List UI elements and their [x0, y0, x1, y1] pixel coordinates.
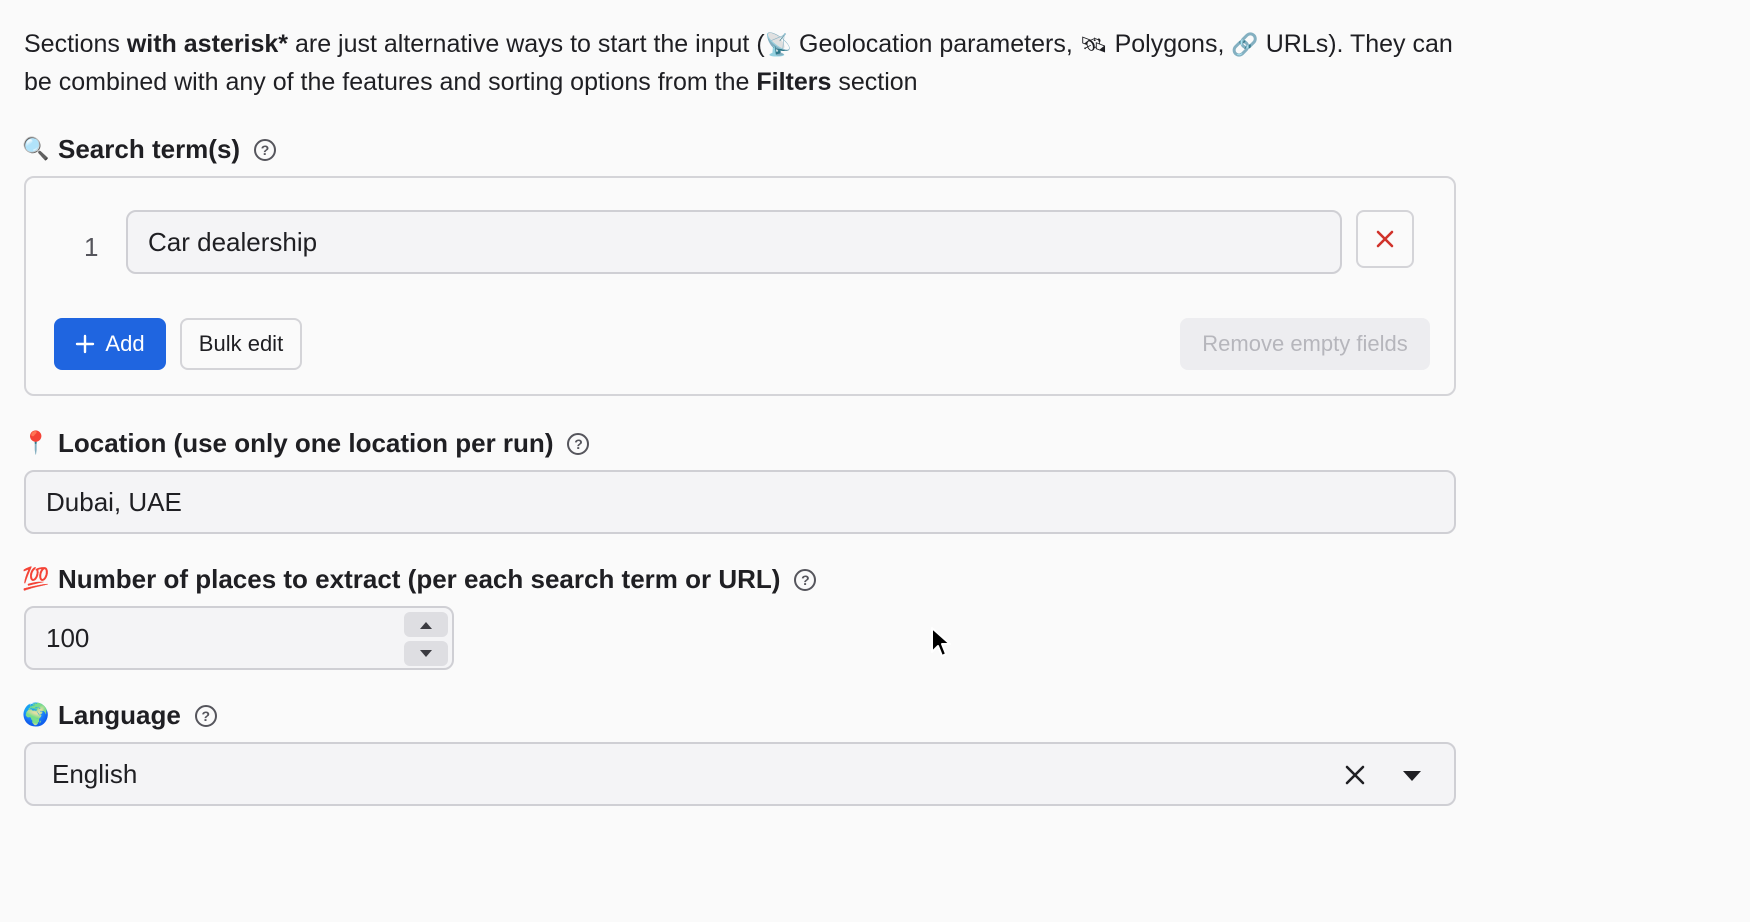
remove-empty-fields-label: Remove empty fields — [1202, 331, 1408, 356]
location-input[interactable]: Dubai, UAE — [24, 470, 1456, 534]
language-label: 🌍 Language ? — [22, 700, 217, 731]
intro-text-part: Sections — [24, 30, 127, 58]
caret-up-icon — [420, 621, 432, 629]
intro-text-part: Polygons, — [1107, 30, 1232, 58]
max-places-value: 100 — [46, 622, 90, 653]
location-label-text: Location (use only one location per run) — [58, 428, 554, 458]
search-terms-label-text: Search term(s) — [58, 134, 241, 164]
help-icon[interactable]: ? — [254, 138, 277, 161]
search-terms-label: 🔍 Search term(s) ? — [22, 134, 277, 165]
globe-icon: 🌍 — [22, 703, 50, 728]
language-value: English — [52, 758, 138, 789]
bulk-edit-button[interactable]: Bulk edit — [180, 318, 302, 370]
quantity-stepper[interactable] — [404, 612, 448, 666]
search-term-input[interactable]: Car dealership — [126, 210, 1342, 274]
clear-icon[interactable] — [1342, 762, 1368, 788]
chevron-down-icon[interactable] — [1402, 770, 1422, 782]
max-places-label: 💯 Number of places to extract (per each … — [22, 564, 817, 595]
help-icon[interactable]: ? — [794, 568, 817, 591]
mouse-cursor-icon — [931, 627, 951, 657]
max-places-label-text: Number of places to extract (per each se… — [58, 564, 781, 594]
satellite-icon: 🛰 — [1079, 33, 1108, 58]
magnifier-icon: 🔍 — [22, 137, 50, 162]
intro-bold-asterisk: with asterisk* — [126, 30, 289, 58]
search-term-value: Car dealership — [148, 226, 318, 257]
max-places-input[interactable]: 100 — [24, 606, 454, 670]
row-number: 1 — [84, 232, 99, 262]
hundred-points-icon: 💯 — [22, 567, 50, 592]
help-icon[interactable]: ? — [194, 704, 217, 727]
language-label-text: Language — [58, 700, 181, 730]
bulk-edit-label: Bulk edit — [198, 331, 284, 356]
close-icon — [1376, 230, 1394, 248]
stepper-up-button[interactable] — [404, 612, 448, 637]
intro-text-part: section — [831, 68, 918, 96]
caret-down-icon — [420, 649, 432, 657]
delete-row-button[interactable] — [1356, 210, 1414, 268]
add-button[interactable]: Add — [54, 318, 166, 370]
remove-empty-fields-button[interactable]: Remove empty fields — [1180, 318, 1430, 370]
location-label: 📍 Location (use only one location per ru… — [22, 428, 590, 459]
satellite-antenna-icon: 📡 — [764, 33, 793, 58]
intro-text-part: are just alternative ways to start the i… — [288, 30, 765, 58]
intro-text: Sections with asterisk* are just alterna… — [24, 26, 1464, 100]
help-icon[interactable]: ? — [567, 432, 590, 455]
stepper-down-button[interactable] — [404, 641, 448, 666]
location-value: Dubai, UAE — [46, 486, 182, 517]
add-button-label: Add — [105, 331, 145, 356]
language-select[interactable]: English — [24, 742, 1456, 806]
plus-icon — [76, 334, 95, 354]
intro-text-part: Geolocation parameters, — [792, 30, 1080, 58]
link-icon: 🔗 — [1231, 33, 1259, 58]
pin-icon: 📍 — [22, 431, 50, 456]
search-terms-card: 1 Car dealership Add Bulk edit Remove em… — [24, 176, 1456, 396]
intro-bold-filters: Filters — [756, 68, 832, 96]
